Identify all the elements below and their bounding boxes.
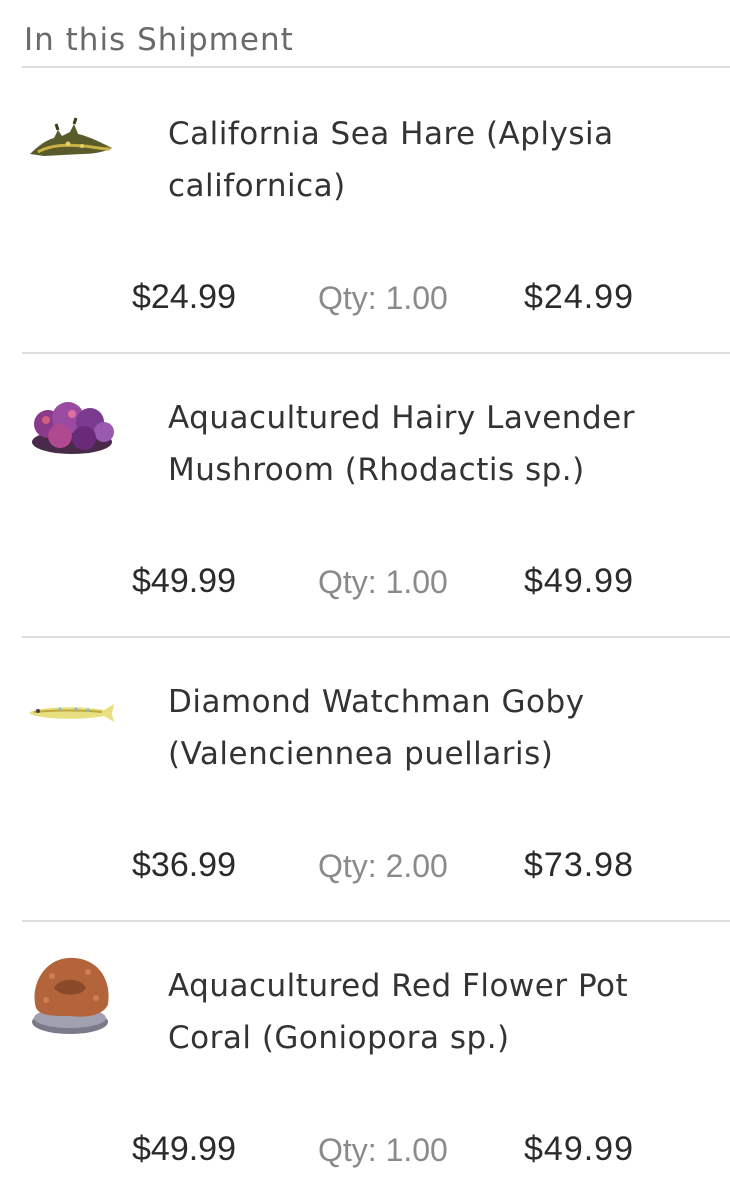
line-total: $73.98 — [524, 846, 634, 884]
unit-price: $49.99 — [132, 1130, 236, 1168]
unit-price: $24.99 — [132, 278, 236, 316]
lavender-mushroom-coral-thumbnail — [24, 380, 118, 474]
price-row: $49.99 Qty: 1.00 $49.99 — [22, 562, 730, 610]
quantity: Qty: 2.00 — [318, 848, 448, 884]
item-name[interactable]: Diamond Watchman Goby (Valenciennea puel… — [168, 676, 708, 780]
line-total: $49.99 — [524, 562, 634, 600]
unit-price: $49.99 — [132, 562, 236, 600]
section-title: In this Shipment — [24, 22, 294, 58]
item-name[interactable]: Aquacultured Hairy Lavender Mushroom (Rh… — [168, 392, 708, 496]
item-name[interactable]: Aquacultured Red Flower Pot Coral (Gonio… — [168, 960, 708, 1064]
line-total: $24.99 — [524, 278, 634, 316]
quantity: Qty: 1.00 — [318, 280, 448, 316]
quantity: Qty: 1.00 — [318, 1132, 448, 1168]
price-row: $36.99 Qty: 2.00 $73.98 — [22, 846, 730, 894]
quantity: Qty: 1.00 — [318, 564, 448, 600]
price-row: $24.99 Qty: 1.00 $24.99 — [22, 278, 730, 326]
list-item[interactable]: Aquacultured Hairy Lavender Mushroom (Rh… — [22, 352, 730, 638]
line-total: $49.99 — [524, 1130, 634, 1168]
unit-price: $36.99 — [132, 846, 236, 884]
item-name[interactable]: California Sea Hare (Aplysia californica… — [168, 108, 708, 212]
goby-fish-thumbnail — [24, 664, 118, 758]
list-item[interactable]: California Sea Hare (Aplysia californica… — [22, 68, 730, 354]
shipment-section-header: In this Shipment — [22, 18, 730, 68]
sea-hare-thumbnail — [24, 96, 118, 190]
flower-pot-coral-thumbnail — [24, 948, 118, 1042]
list-item[interactable]: Diamond Watchman Goby (Valenciennea puel… — [22, 636, 730, 922]
list-item[interactable]: Aquacultured Red Flower Pot Coral (Gonio… — [22, 920, 730, 1204]
price-row: $49.99 Qty: 1.00 $49.99 — [22, 1130, 730, 1178]
